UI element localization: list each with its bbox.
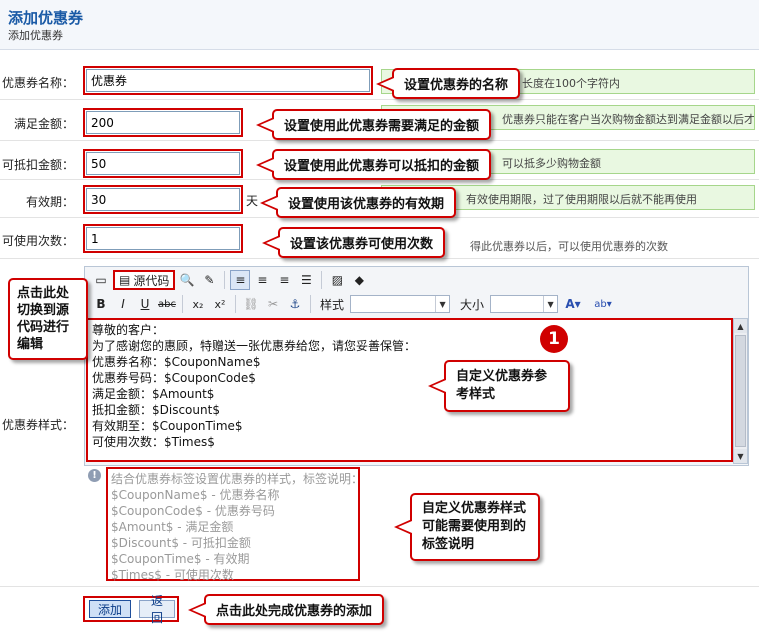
amount-label: 满足金额： bbox=[13, 117, 74, 131]
coupon-name-label: 优惠券名称： bbox=[1, 76, 74, 90]
callout-validity: 设置使用该优惠券的有效期 bbox=[260, 187, 457, 218]
tag-help-box: 结合优惠券标签设置优惠券的样式，标签说明： $CouponName$ - 优惠券… bbox=[106, 467, 364, 582]
size-select-label: 大小 bbox=[460, 297, 485, 312]
callout-style: 自定义优惠券参考样式 bbox=[428, 360, 570, 412]
content-line: 可使用次数：$Times$ bbox=[92, 435, 215, 449]
callout-tags: 自定义优惠券样式可能需要使用到的标签说明 bbox=[394, 493, 540, 561]
scroll-thumb[interactable] bbox=[735, 335, 746, 447]
editor-toolbar-row-2: B I U abc x₂ x² ⛓ ✂ ⚓ 样式 ▼ 大小 ▼ A▾ ab▾ bbox=[91, 293, 618, 315]
scroll-down-icon[interactable]: ▼ bbox=[734, 449, 747, 463]
times-input[interactable] bbox=[83, 224, 243, 253]
editor-scrollbar[interactable]: ▲ ▼ bbox=[733, 318, 748, 464]
discount-input[interactable] bbox=[83, 149, 243, 178]
fullscreen-icon[interactable]: ▭ bbox=[91, 270, 111, 290]
tag-help-line: $CouponCode$ - 优惠券号码 bbox=[111, 504, 275, 518]
coupon-name-input[interactable] bbox=[83, 66, 373, 95]
callout-discount: 设置使用此优惠券可以抵扣的金额 bbox=[256, 149, 492, 180]
coupon-style-label: 优惠券样式： bbox=[1, 418, 74, 432]
row-divider bbox=[0, 140, 759, 141]
times-hint: 得此优惠券以后，可以使用优惠券的次数 bbox=[470, 240, 668, 253]
align-center-icon[interactable]: ≡ bbox=[252, 270, 272, 290]
add-button[interactable]: 添加 bbox=[89, 600, 131, 618]
page-header: 添加优惠券 添加优惠券 bbox=[0, 0, 759, 50]
flash-icon[interactable]: ◆ bbox=[349, 270, 369, 290]
tag-help-line: $Times$ - 可使用次数 bbox=[111, 568, 234, 582]
anchor-icon[interactable]: ⚓ bbox=[285, 294, 305, 314]
tag-help-line: $CouponTime$ - 有效期 bbox=[111, 552, 250, 566]
tag-help-line: $Discount$ - 可抵扣金额 bbox=[111, 536, 251, 550]
page-subtitle: 添加优惠券 bbox=[8, 29, 63, 42]
editor-content-area[interactable]: 尊敬的客户： 为了感谢您的惠顾，特赠送一张优惠券给您，请您妥善保管： 优惠券名称… bbox=[86, 318, 733, 462]
scroll-up-icon[interactable]: ▲ bbox=[734, 319, 747, 333]
content-line: 尊敬的客户： bbox=[92, 323, 165, 337]
font-color-icon[interactable]: A▾ bbox=[560, 294, 586, 314]
style-select-label: 样式 bbox=[320, 297, 345, 312]
toolbar-separator bbox=[321, 271, 323, 289]
content-line: 为了感谢您的惠顾，特赠送一张优惠券给您，请您妥善保管： bbox=[92, 339, 417, 353]
link-icon[interactable]: ⛓ bbox=[241, 294, 261, 314]
discount-label: 可抵扣金额： bbox=[1, 158, 74, 172]
content-line: 满足金额：$Amount$ bbox=[92, 387, 215, 401]
back-button[interactable]: 返回 bbox=[139, 594, 175, 625]
callout-submit: 点击此处完成优惠券的添加 bbox=[188, 594, 385, 625]
unlink-icon[interactable]: ✂ bbox=[263, 294, 283, 314]
align-left-icon[interactable]: ≡ bbox=[230, 270, 251, 290]
source-code-button[interactable]: ▤ 源代码 bbox=[113, 270, 176, 290]
underline-icon[interactable]: U bbox=[135, 294, 155, 314]
callout-source: 点击此处切换到源代码进行编辑 bbox=[8, 278, 88, 360]
tag-help-line: 结合优惠券标签设置优惠券的样式，标签说明： bbox=[111, 472, 364, 486]
superscript-icon[interactable]: x² bbox=[210, 294, 230, 314]
content-line: 优惠券名称：$CouponName$ bbox=[92, 355, 261, 369]
callout-name: 设置优惠券的名称 bbox=[376, 68, 521, 99]
page-title: 添加优惠券 bbox=[8, 9, 84, 27]
form-buttons: 添加 返回 bbox=[83, 594, 179, 625]
chevron-down-icon: ▼ bbox=[543, 296, 557, 312]
content-line: 优惠券号码：$CouponCode$ bbox=[92, 371, 256, 385]
source-icon: ▤ bbox=[119, 273, 131, 287]
style-select[interactable]: ▼ bbox=[350, 295, 451, 313]
eraser-icon[interactable]: ✎ bbox=[199, 270, 219, 290]
chevron-down-icon: ▼ bbox=[435, 296, 449, 312]
highlight-icon[interactable]: ab▾ bbox=[588, 294, 618, 314]
info-icon: ! bbox=[88, 469, 101, 482]
validity-input[interactable] bbox=[83, 185, 243, 214]
size-select[interactable]: ▼ bbox=[490, 295, 559, 313]
amount-input[interactable] bbox=[83, 108, 243, 137]
align-right-icon[interactable]: ≡ bbox=[274, 270, 294, 290]
toolbar-separator bbox=[235, 295, 236, 313]
bold-icon[interactable]: B bbox=[91, 294, 111, 314]
tag-help-line: $CouponName$ - 优惠券名称 bbox=[111, 488, 280, 502]
row-divider bbox=[0, 586, 759, 587]
italic-icon[interactable]: I bbox=[113, 294, 133, 314]
times-label: 可使用次数： bbox=[1, 234, 74, 248]
justify-icon[interactable]: ☰ bbox=[296, 270, 316, 290]
callout-amount: 设置使用此优惠券需要满足的金额 bbox=[256, 109, 492, 140]
toolbar-separator bbox=[310, 295, 311, 313]
callout-times: 设置该优惠券可使用次数 bbox=[262, 227, 446, 258]
content-line: 有效期至：$CouponTime$ bbox=[92, 419, 243, 433]
editor-toolbar-row-1: ▭ ▤ 源代码 🔍 ✎ ≡ ≡ ≡ ☰ ▨ ◆ bbox=[91, 269, 369, 291]
validity-unit: 天 bbox=[246, 194, 259, 208]
validity-label: 有效期： bbox=[25, 195, 74, 209]
tag-help-line: $Amount$ - 满足金额 bbox=[111, 520, 234, 534]
source-code-label: 源代码 bbox=[133, 273, 170, 288]
content-line: 抵扣金额：$Discount$ bbox=[92, 403, 220, 417]
strikethrough-icon[interactable]: abc bbox=[157, 294, 177, 314]
step-badge: 1 bbox=[540, 325, 568, 353]
row-divider bbox=[0, 99, 759, 100]
find-icon[interactable]: 🔍 bbox=[177, 270, 197, 290]
toolbar-separator bbox=[224, 271, 226, 289]
row-divider bbox=[0, 258, 759, 259]
subscript-icon[interactable]: x₂ bbox=[188, 294, 208, 314]
toolbar-separator bbox=[182, 295, 183, 313]
image-icon[interactable]: ▨ bbox=[327, 270, 347, 290]
